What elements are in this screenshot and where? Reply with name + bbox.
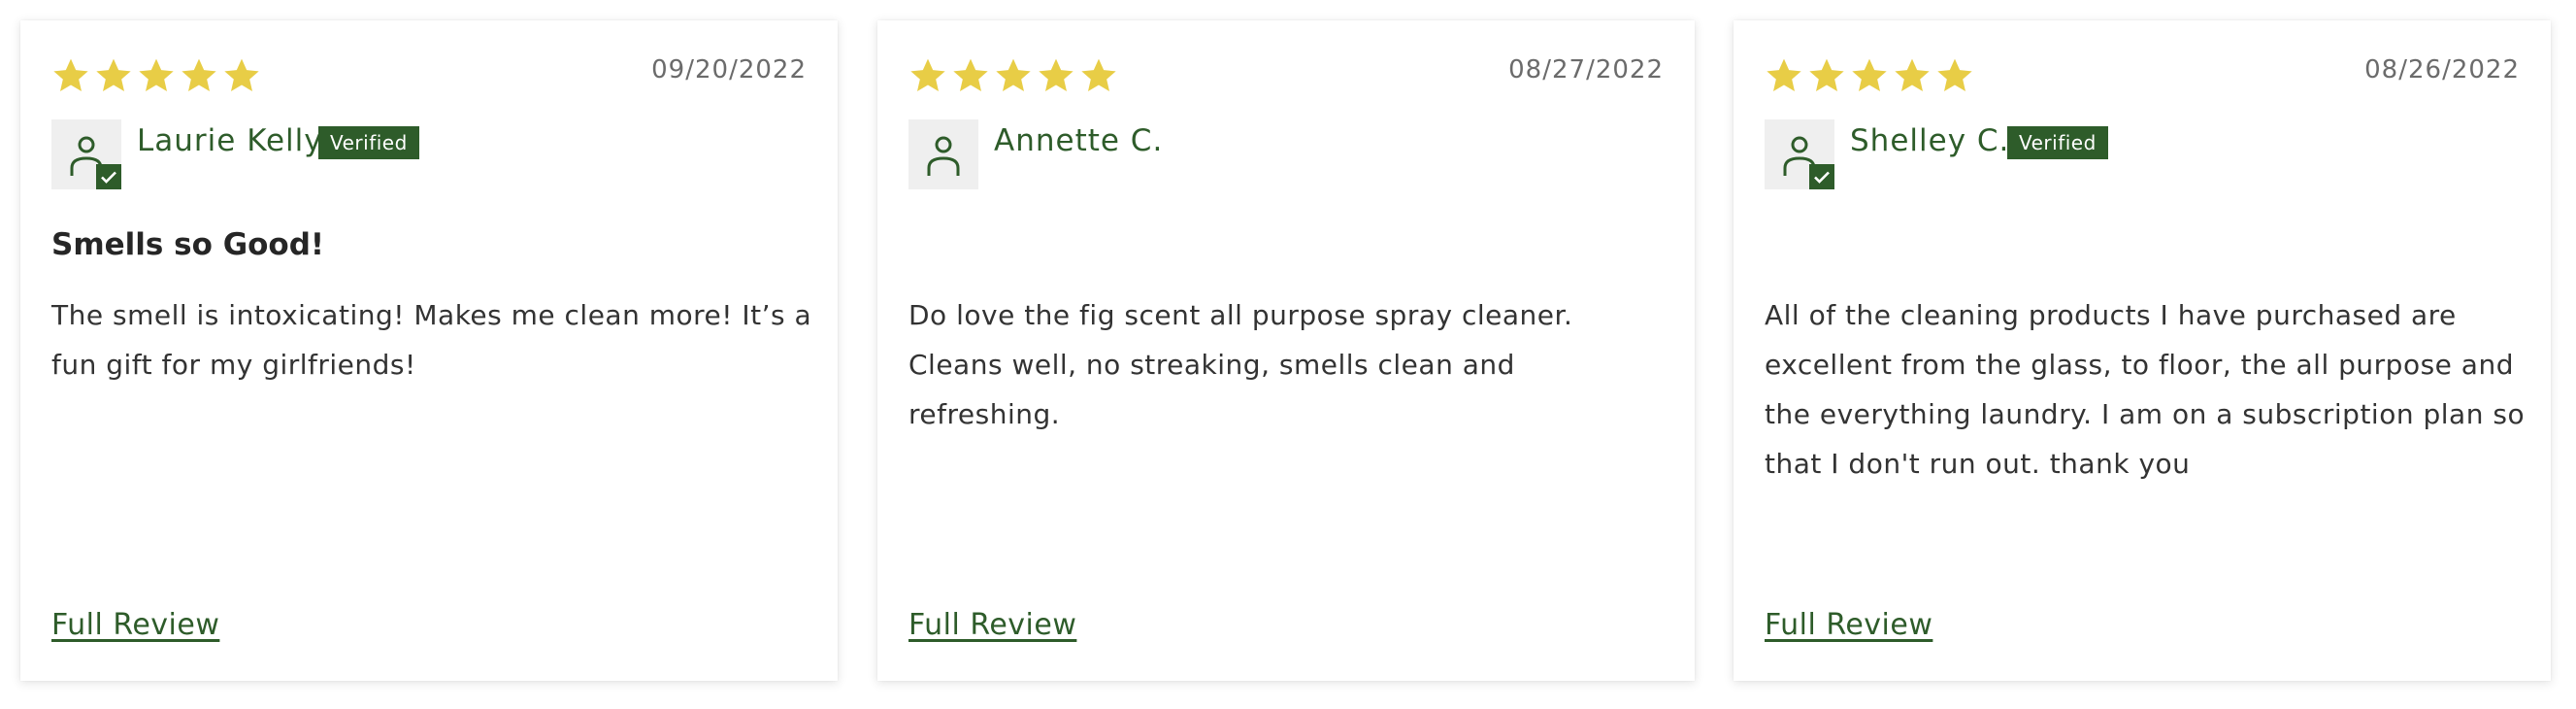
- star-icon: [908, 56, 947, 95]
- star-icon: [94, 56, 133, 95]
- review-date: 08/26/2022: [2364, 55, 2520, 84]
- star-icon: [1935, 56, 1974, 95]
- avatar: [1765, 119, 1834, 189]
- reviewer-name: Annette C.: [994, 123, 1164, 158]
- review-body: Do love the fig scent all purpose spray …: [908, 299, 1573, 430]
- user-icon: [927, 136, 960, 176]
- review-body: The smell is intoxicating! Makes me clea…: [51, 299, 812, 381]
- verified-check-icon: [96, 164, 121, 189]
- star-rating: [908, 56, 1118, 95]
- star-rating: [51, 56, 261, 95]
- review-title: Smells so Good!: [51, 227, 325, 262]
- star-icon: [137, 56, 176, 95]
- verified-badge: Verified: [318, 126, 419, 159]
- star-icon: [951, 56, 990, 95]
- review-body: All of the cleaning products I have purc…: [1765, 299, 2526, 480]
- star-icon: [1807, 56, 1846, 95]
- star-icon: [222, 56, 261, 95]
- reviewer-name: Laurie Kelly: [137, 123, 323, 158]
- review-date: 09/20/2022: [651, 55, 807, 84]
- verified-check-icon: [1809, 164, 1834, 189]
- star-icon: [1765, 56, 1803, 95]
- star-icon: [1079, 56, 1118, 95]
- star-rating: [1765, 56, 1974, 95]
- star-icon: [994, 56, 1033, 95]
- avatar: [51, 119, 121, 189]
- review-card: 09/20/2022 Laurie Kelly Verified Smells …: [20, 20, 838, 681]
- full-review-link[interactable]: Full Review: [1765, 608, 1932, 642]
- star-icon: [1893, 56, 1932, 95]
- reviewer-name: Shelley C.: [1850, 123, 2010, 158]
- review-carousel: 09/20/2022 Laurie Kelly Verified Smells …: [0, 0, 2576, 709]
- review-date: 08/27/2022: [1508, 55, 1664, 84]
- avatar: [908, 119, 978, 189]
- review-card: 08/27/2022 Annette C. Do love the fig sc…: [877, 20, 1695, 681]
- verified-badge: Verified: [2007, 126, 2108, 159]
- full-review-link[interactable]: Full Review: [51, 608, 219, 642]
- star-icon: [180, 56, 218, 95]
- star-icon: [1850, 56, 1889, 95]
- review-card: 08/26/2022 Shelley C. Verified All of th…: [1734, 20, 2551, 681]
- star-icon: [51, 56, 90, 95]
- star-icon: [1037, 56, 1075, 95]
- full-review-link[interactable]: Full Review: [908, 608, 1076, 642]
